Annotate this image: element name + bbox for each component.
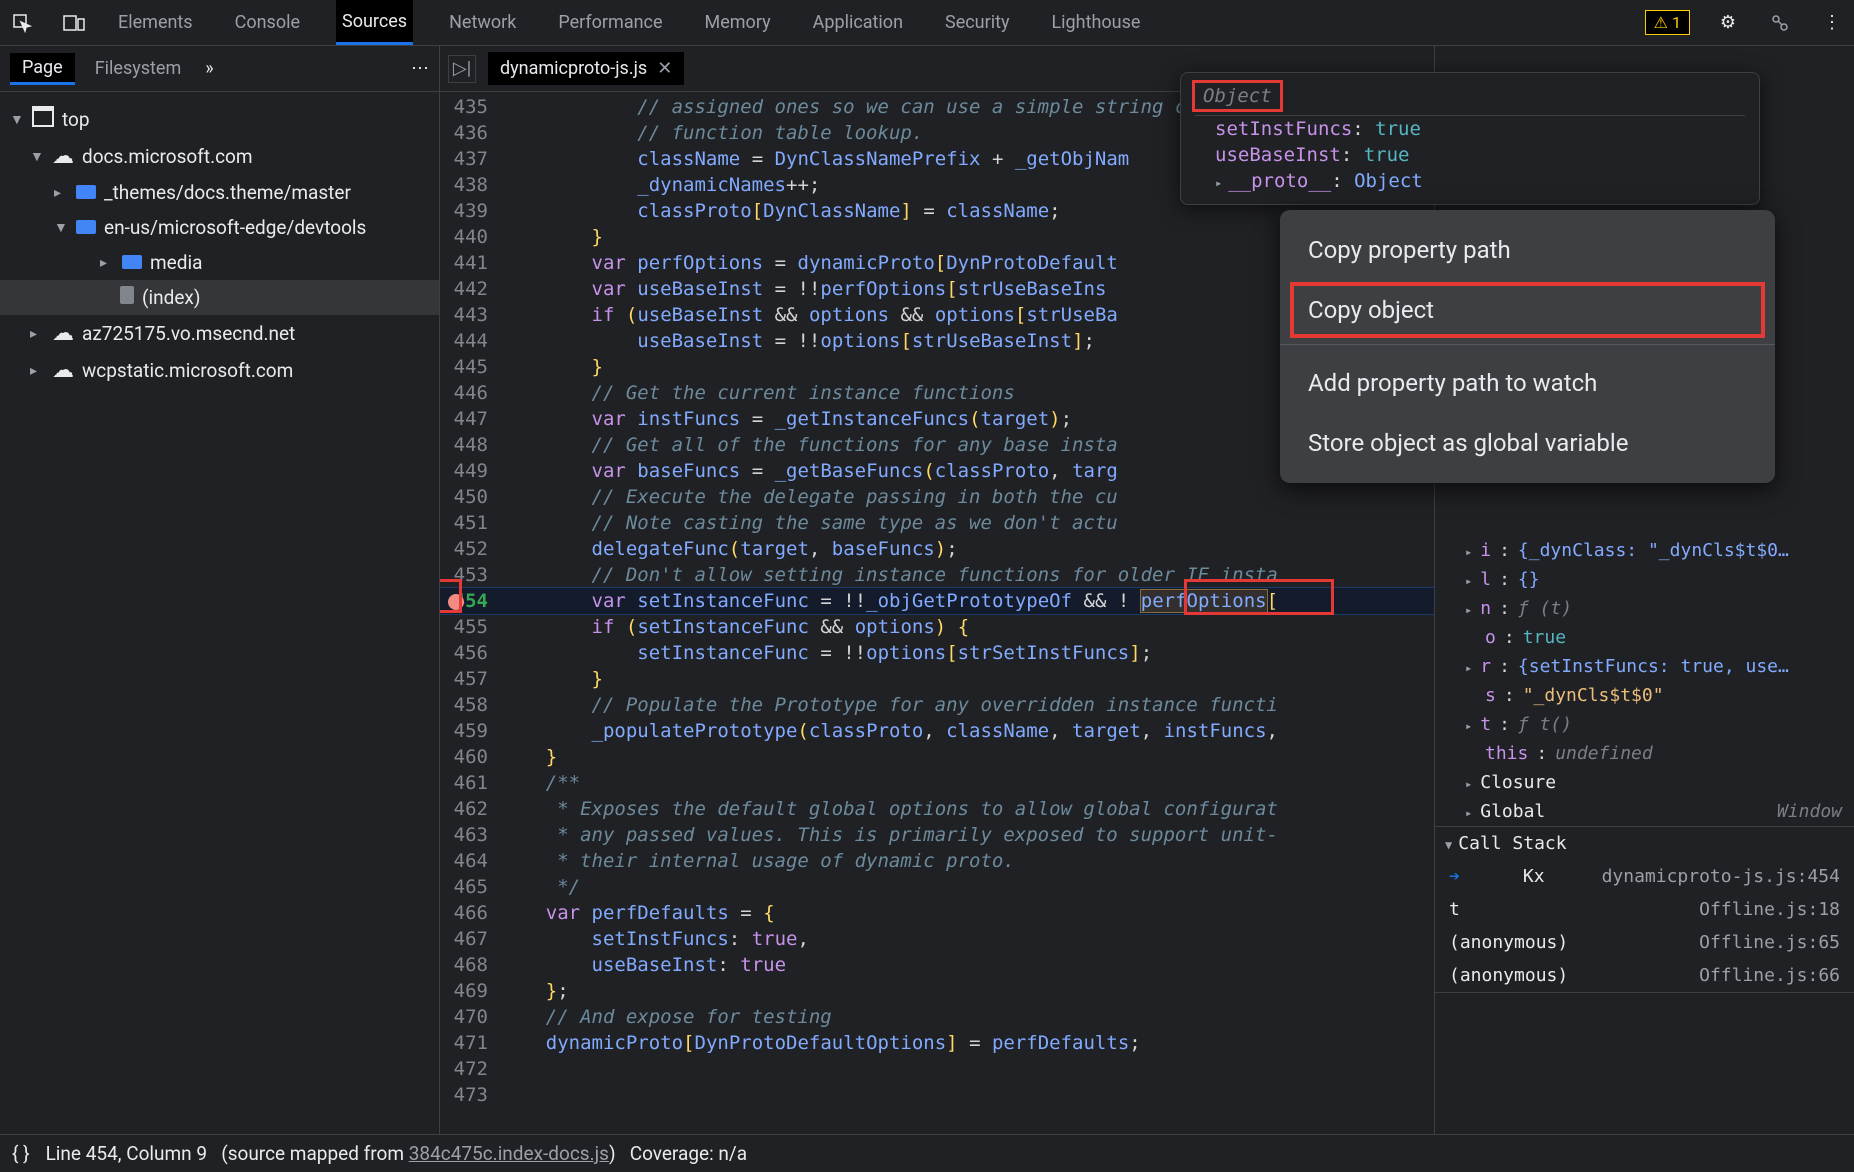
cloud-icon xyxy=(52,358,74,383)
code-line[interactable]: 450 // Execute the delegate passing in b… xyxy=(440,484,1434,510)
scope-variable[interactable]: i: {_dynClass: "_dynCls$t$0… xyxy=(1435,536,1854,565)
devtools-tab-network[interactable]: Network xyxy=(443,0,522,45)
tree-domain[interactable]: ▸az725175.vo.msecnd.net xyxy=(0,315,439,352)
close-tab-icon[interactable]: ✕ xyxy=(657,58,672,79)
devtools-tab-performance[interactable]: Performance xyxy=(552,0,668,45)
scope-closure[interactable]: Closure xyxy=(1435,768,1854,797)
scope-variable[interactable]: n: ƒ (t) xyxy=(1435,594,1854,623)
tree-domain[interactable]: ▼docs.microsoft.com xyxy=(0,138,439,175)
code-line[interactable]: 470 // And expose for testing xyxy=(440,1004,1434,1030)
cloud-icon xyxy=(52,321,74,346)
folder-icon xyxy=(122,251,142,274)
code-line[interactable]: 457 } xyxy=(440,666,1434,692)
devtools-tab-elements[interactable]: Elements xyxy=(112,0,199,45)
context-menu-item[interactable]: Add property path to watch xyxy=(1280,353,1775,413)
code-line[interactable]: 459 _populatePrototype(classProto, class… xyxy=(440,718,1434,744)
code-line[interactable]: 456 setInstanceFunc = !!options[strSetIn… xyxy=(440,640,1434,666)
code-line[interactable]: 465 */ xyxy=(440,874,1434,900)
scope-variable[interactable]: this: undefined xyxy=(1435,739,1854,768)
devtools-tab-sources[interactable]: Sources xyxy=(336,0,413,45)
code-line[interactable]: 466 var perfDefaults = { xyxy=(440,900,1434,926)
more-icon[interactable]: ⋮ xyxy=(1818,9,1846,37)
code-line[interactable]: 452 delegateFunc(target, baseFuncs); xyxy=(440,536,1434,562)
callstack-header[interactable]: Call Stack xyxy=(1435,827,1854,860)
devtools-tab-application[interactable]: Application xyxy=(807,0,909,45)
file-tab[interactable]: dynamicproto-js.js ✕ xyxy=(488,52,684,85)
issues-badge[interactable]: 1 xyxy=(1645,10,1690,35)
annotation-breakpoint-line-marker xyxy=(440,579,462,613)
cursor-position: Line 454, Column 9 xyxy=(46,1142,207,1165)
toggle-navigator-icon[interactable]: ▷| xyxy=(448,55,476,83)
tree-folder[interactable]: ▸media xyxy=(0,245,439,280)
tree-file-index[interactable]: (index) xyxy=(0,280,439,315)
code-line[interactable]: 463 * any passed values. This is primari… xyxy=(440,822,1434,848)
code-line[interactable]: 471 dynamicProto[DynProtoDefaultOptions]… xyxy=(440,1030,1434,1056)
sidebar-tabs-overflow[interactable]: » xyxy=(205,58,213,79)
context-menu: Copy property pathCopy object Add propert… xyxy=(1280,210,1775,483)
tree-folder[interactable]: ▼en-us/microsoft-edge/devtools xyxy=(0,210,439,245)
tree-folder[interactable]: ▸_themes/docs.theme/master xyxy=(0,175,439,210)
code-line[interactable]: 473 xyxy=(440,1082,1434,1108)
device-icon[interactable] xyxy=(60,9,88,37)
coverage: Coverage: n/a xyxy=(630,1142,747,1165)
file-tab-label: dynamicproto-js.js xyxy=(500,58,647,79)
code-line[interactable]: 460 } xyxy=(440,744,1434,770)
sidebar-tab-filesystem[interactable]: Filesystem xyxy=(95,58,182,79)
code-editor: ▷| dynamicproto-js.js ✕ 435 // assigned … xyxy=(440,46,1434,1134)
devtools-tab-memory[interactable]: Memory xyxy=(699,0,777,45)
callstack-frame[interactable]: (anonymous)Offline.js:65 xyxy=(1435,926,1854,959)
navigator-sidebar: Page Filesystem » ⋯ ▼top ▼docs.microsoft… xyxy=(0,46,440,1134)
settings-icon[interactable]: ⚙ xyxy=(1714,9,1742,37)
callstack-section: Call Stack Kxdynamicproto-js.js:454tOffl… xyxy=(1435,827,1854,993)
code-line[interactable]: 467 setInstFuncs: true, xyxy=(440,926,1434,952)
code-line[interactable]: 455 if (setInstanceFunc && options) { xyxy=(440,614,1434,640)
scope-variable[interactable]: t: ƒ t() xyxy=(1435,710,1854,739)
pretty-print-icon[interactable] xyxy=(12,1142,30,1165)
folder-icon xyxy=(76,216,96,239)
devtools-tab-lighthouse[interactable]: Lighthouse xyxy=(1045,0,1146,45)
code-line[interactable]: 462 * Exposes the default global options… xyxy=(440,796,1434,822)
file-tree: ▼top ▼docs.microsoft.com ▸_themes/docs.t… xyxy=(0,92,439,397)
object-tooltip: Object setInstFuncs: true useBaseInst: t… xyxy=(1180,72,1760,205)
devtools-tabstrip: Elements Console Sources Network Performance… xyxy=(0,0,1854,46)
scope-variable[interactable]: r: {setInstFuncs: true, use… xyxy=(1435,652,1854,681)
folder-icon xyxy=(76,181,96,204)
devtools-tab-console[interactable]: Console xyxy=(229,0,306,45)
code-line[interactable]: 461 /** xyxy=(440,770,1434,796)
sidebar-tabs: Page Filesystem » ⋯ xyxy=(0,46,439,92)
status-bar: Line 454, Column 9 (source mapped from 3… xyxy=(0,1134,1854,1172)
code-line[interactable]: 469 }; xyxy=(440,978,1434,1004)
code-line[interactable]: 468 useBaseInst: true xyxy=(440,952,1434,978)
inspect-icon[interactable] xyxy=(8,9,36,37)
callstack-frame[interactable]: tOffline.js:18 xyxy=(1435,893,1854,926)
code-line[interactable]: 464 * their internal usage of dynamic pr… xyxy=(440,848,1434,874)
file-icon xyxy=(120,286,134,309)
sidebar-tab-page[interactable]: Page xyxy=(10,53,75,85)
source-map-link[interactable]: 384c475c.index-docs.js xyxy=(409,1142,609,1165)
code-line[interactable]: 451 // Note casting the same type as we … xyxy=(440,510,1434,536)
callstack-frame[interactable]: (anonymous)Offline.js:66 xyxy=(1435,959,1854,992)
scope-section: i: {_dynClass: "_dynCls$t$0…l: {}n: ƒ (t… xyxy=(1435,536,1854,827)
window-icon xyxy=(32,106,54,132)
context-menu-item[interactable]: Store object as global variable xyxy=(1280,413,1775,473)
scope-variable[interactable]: o: true xyxy=(1435,623,1854,652)
context-menu-item[interactable]: Copy property path xyxy=(1280,220,1775,280)
scope-variable[interactable]: s: "_dynCls$t$0" xyxy=(1435,681,1854,710)
code-line[interactable]: 458 // Populate the Prototype for any ov… xyxy=(440,692,1434,718)
sidebar-more-icon[interactable]: ⋯ xyxy=(411,58,429,79)
dock-icon[interactable] xyxy=(1766,9,1794,37)
scope-variable[interactable]: l: {} xyxy=(1435,565,1854,594)
tooltip-title: Object xyxy=(1195,83,1280,109)
context-menu-item[interactable]: Copy object xyxy=(1292,284,1763,336)
cloud-icon xyxy=(52,144,74,169)
tree-domain[interactable]: ▸wcpstatic.microsoft.com xyxy=(0,352,439,389)
annotation-hovered-identifier xyxy=(1184,579,1334,615)
devtools-tab-security[interactable]: Security xyxy=(939,0,1015,45)
scope-global[interactable]: GlobalWindow xyxy=(1435,797,1854,826)
code-line[interactable]: 472 xyxy=(440,1056,1434,1082)
tree-top[interactable]: ▼top xyxy=(0,100,439,138)
callstack-frame[interactable]: Kxdynamicproto-js.js:454 xyxy=(1435,860,1854,893)
